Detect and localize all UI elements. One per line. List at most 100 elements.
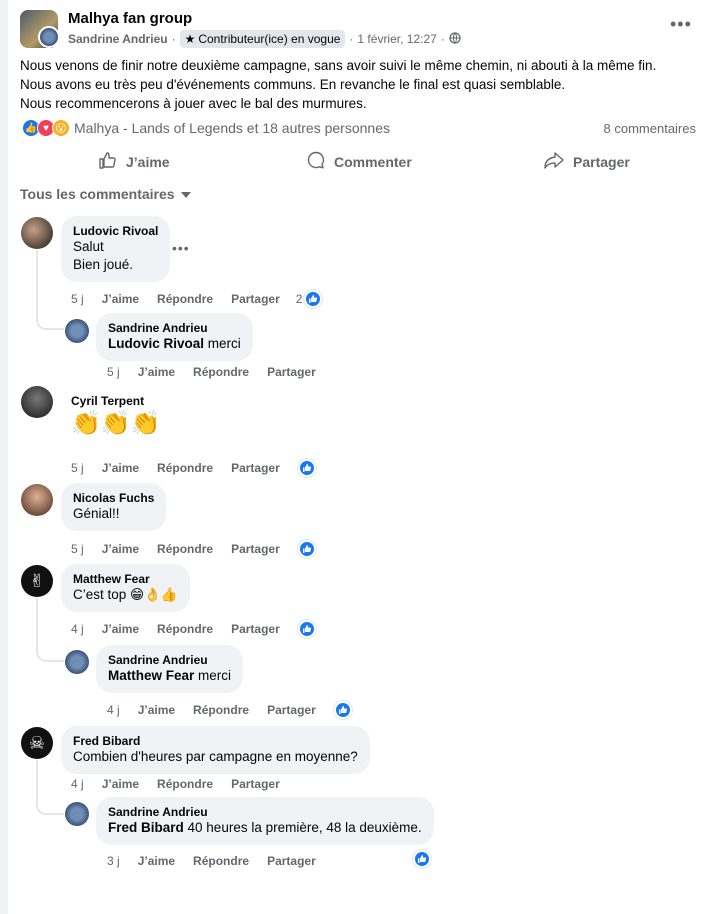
like-badge-icon[interactable] <box>297 459 316 477</box>
reactions-summary[interactable]: 👍 ♥ 😮 Malhya - Lands of Legends et 18 au… <box>22 119 390 137</box>
comment-text: C’est top 😁👌👍 <box>73 587 178 602</box>
comment-time[interactable]: 4 j <box>71 777 84 791</box>
chevron-down-icon <box>180 186 191 202</box>
comment-author[interactable]: Ludovic Rivoal <box>73 224 158 238</box>
commenter-avatar[interactable] <box>21 484 53 516</box>
comment-bubble: Sandrine Andrieu Matthew Fear merci <box>96 645 244 693</box>
comment-time[interactable]: 3 j <box>107 854 120 868</box>
comment-reply-button[interactable]: Répondre <box>157 777 213 791</box>
commenter-avatar[interactable]: ✌ <box>21 565 53 597</box>
separator-dot: · <box>171 32 176 46</box>
comment-like-button[interactable]: J’aime <box>138 703 175 717</box>
comment-reply-button[interactable]: Répondre <box>157 292 213 306</box>
comment-actions: 4 j J’aime Répondre Partager <box>71 777 280 791</box>
comment-share-button[interactable]: Partager <box>267 854 316 868</box>
comment-text: 40 heures la première, 48 la deuxième. <box>187 820 422 835</box>
like-badge-icon[interactable] <box>297 620 316 638</box>
comment-author[interactable]: Sandrine Andrieu <box>108 321 241 335</box>
comment-reply-button[interactable]: Répondre <box>193 854 249 868</box>
comment-bubble: Sandrine Andrieu Ludovic Rivoal merci <box>96 313 253 361</box>
comment-share-button[interactable]: Partager <box>267 365 316 379</box>
comment-like-button[interactable]: J’aime <box>102 622 139 636</box>
comment-time[interactable]: 5 j <box>71 292 84 306</box>
post-author[interactable]: Sandrine Andrieu <box>68 32 168 46</box>
comment-share-button[interactable]: Partager <box>267 703 316 717</box>
like-badge-icon[interactable] <box>333 701 352 719</box>
comment-share-button[interactable]: Partager <box>231 622 280 636</box>
comment-like-button[interactable]: J’aime <box>138 365 175 379</box>
comment-author[interactable]: Sandrine Andrieu <box>108 653 231 667</box>
comment-time[interactable]: 5 j <box>71 542 84 556</box>
comment-share-button[interactable]: Partager <box>231 542 280 556</box>
comment-like-button[interactable]: J’aime <box>102 542 139 556</box>
mention-link[interactable]: Matthew Fear <box>108 668 194 683</box>
wow-reaction-icon: 😮 <box>52 119 70 137</box>
post-meta: Sandrine Andrieu · ★ Contributeur(ice) e… <box>68 30 461 48</box>
commenter-avatar[interactable] <box>65 650 89 674</box>
comment-time[interactable]: 4 j <box>107 703 120 717</box>
like-button[interactable]: J’aime <box>98 150 170 173</box>
comment-button[interactable]: Commenter <box>306 150 412 173</box>
comment-author[interactable]: Fred Bibard <box>73 734 358 748</box>
post-text-line: Nous venons de finir notre deuxième camp… <box>20 58 657 73</box>
comment-actions: 3 j J’aime Répondre Partager <box>107 854 316 868</box>
commenter-avatar[interactable] <box>21 217 53 249</box>
like-badge-icon[interactable] <box>297 540 316 558</box>
thread-line <box>36 250 64 330</box>
commenter-avatar[interactable] <box>21 386 53 418</box>
comment-author[interactable]: Cyril Terpent <box>71 394 161 408</box>
post-text-line: Nous recommencerons à jouer avec le bal … <box>20 96 367 111</box>
comment-bubble: Matthew Fear C’est top 😁👌👍 <box>61 564 190 612</box>
comment-time[interactable]: 5 j <box>107 365 120 379</box>
comment-share-button[interactable]: Partager <box>231 461 280 475</box>
share-button[interactable]: Partager <box>543 150 630 173</box>
comment-author[interactable]: Matthew Fear <box>73 572 178 586</box>
comment-like-button[interactable]: J’aime <box>138 854 175 868</box>
comment-time[interactable]: 5 j <box>71 461 84 475</box>
comment-icon <box>306 150 326 173</box>
comment-like-button[interactable]: J’aime <box>102 461 139 475</box>
comment-share-button[interactable]: Partager <box>231 777 280 791</box>
comment-like-button[interactable]: J’aime <box>102 777 139 791</box>
comment-reply-button[interactable]: Répondre <box>157 622 213 636</box>
like-badge-icon[interactable] <box>413 850 431 868</box>
comment-text: merci <box>198 668 232 683</box>
comment-reply-button[interactable]: Répondre <box>157 461 213 475</box>
comment-menu-icon[interactable]: ••• <box>172 240 190 256</box>
star-icon: ★ <box>184 32 196 46</box>
post-text: Nous venons de finir notre deuxième camp… <box>20 56 700 113</box>
reactions-text[interactable]: Malhya - Lands of Legends et 18 autres p… <box>74 120 390 136</box>
mention-link[interactable]: Ludovic Rivoal <box>108 336 204 351</box>
comment-time[interactable]: 4 j <box>71 622 84 636</box>
like-badge-icon <box>304 290 323 308</box>
commenter-avatar[interactable] <box>65 319 89 343</box>
commenter-avatar[interactable]: ☠ <box>21 727 53 759</box>
share-label: Partager <box>573 153 630 170</box>
comment-share-button[interactable]: Partager <box>231 292 280 306</box>
comment-author[interactable]: Sandrine Andrieu <box>108 805 422 819</box>
mention-link[interactable]: Fred Bibard <box>108 820 184 835</box>
comment-like-count[interactable]: 2 <box>296 290 323 308</box>
post-timestamp[interactable]: 1 février, 12:27 <box>357 32 436 46</box>
left-border <box>0 0 8 914</box>
comment-author[interactable]: Nicolas Fuchs <box>73 491 154 505</box>
comment-text: Génial!! <box>73 506 120 521</box>
comment-sort-dropdown[interactable]: Tous les commentaires <box>20 186 191 202</box>
post-menu-icon[interactable]: ••• <box>670 14 692 35</box>
comment-like-button[interactable]: J’aime <box>102 292 139 306</box>
comment-reply-button[interactable]: Répondre <box>193 365 249 379</box>
thumbs-up-icon <box>98 150 118 173</box>
group-name[interactable]: Malhya fan group <box>68 10 192 27</box>
contributor-badge: ★ Contributeur(ice) en vogue <box>179 30 346 48</box>
comment-text: Bien joué. <box>73 257 134 272</box>
comment-emoji-text: 👏👏👏 <box>71 410 161 437</box>
author-avatar[interactable] <box>38 26 60 48</box>
like-label: J’aime <box>126 153 170 170</box>
comment-bubble: Fred Bibard Combien d'heures par campagn… <box>61 726 370 774</box>
globe-icon <box>449 31 461 47</box>
badge-label: Contributeur(ice) en vogue <box>198 32 341 46</box>
commenter-avatar[interactable] <box>65 802 89 826</box>
comment-reply-button[interactable]: Répondre <box>157 542 213 556</box>
comment-count[interactable]: 8 commentaires <box>604 121 696 136</box>
comment-reply-button[interactable]: Répondre <box>193 703 249 717</box>
